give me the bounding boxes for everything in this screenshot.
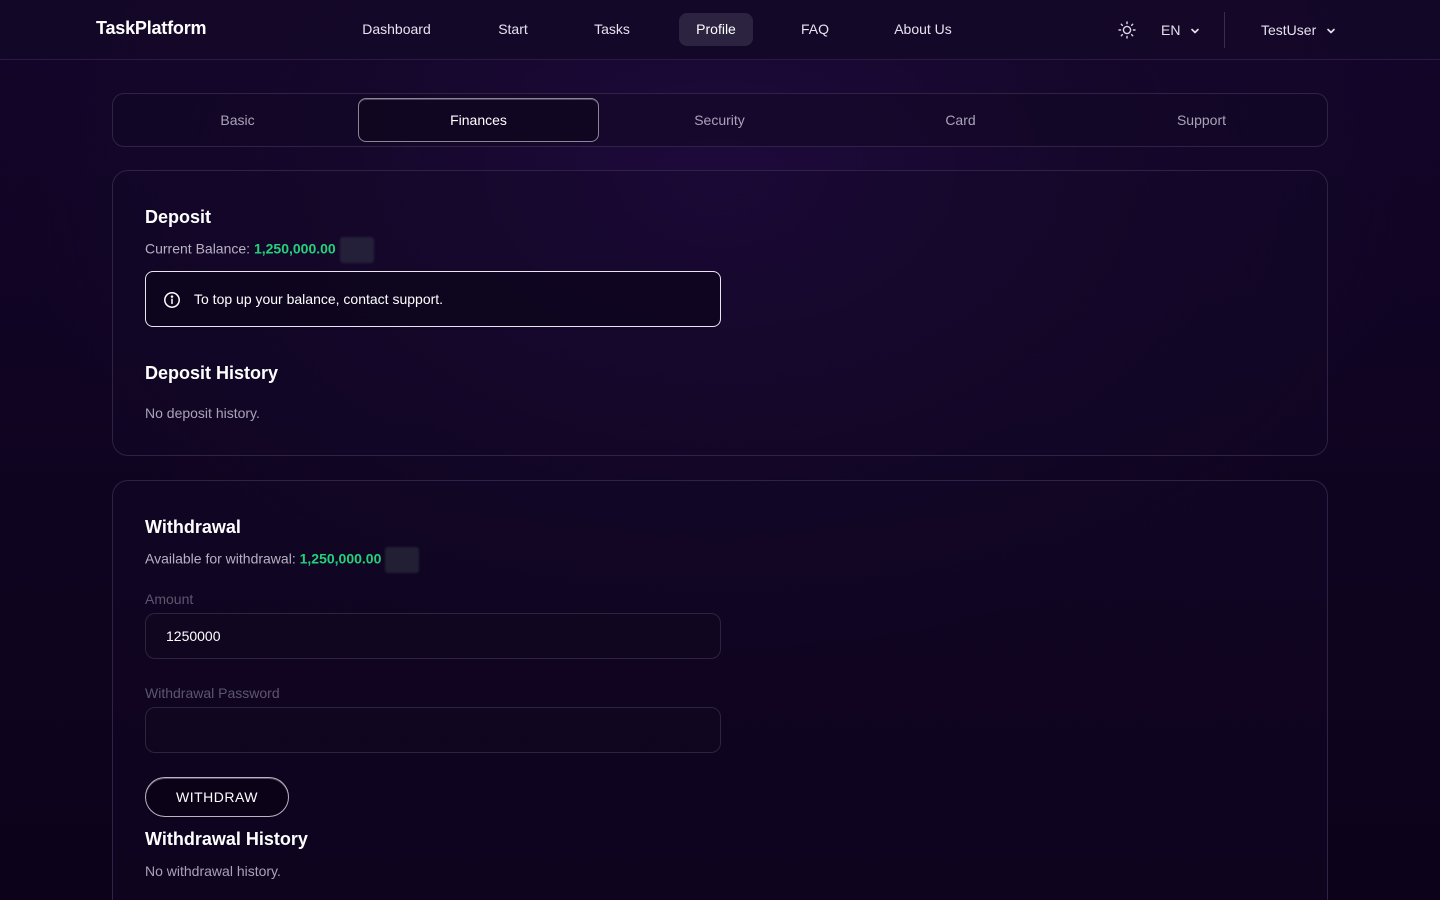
nav-item-profile[interactable]: Profile — [679, 13, 753, 46]
amount-label: Amount — [145, 591, 194, 607]
user-name: TestUser — [1261, 22, 1317, 38]
available-value: 1,250,000.00 — [299, 550, 382, 567]
tab-security[interactable]: Security — [599, 98, 840, 142]
sun-icon — [1118, 21, 1136, 39]
info-icon — [164, 292, 180, 308]
profile-tabs: Basic Finances Security Card Support — [112, 93, 1328, 147]
deposit-history-title: Deposit History — [145, 363, 279, 383]
header-divider — [1224, 12, 1225, 48]
deposit-card: Deposit Current Balance: 1,250,000.00 To… — [112, 170, 1328, 456]
current-balance: Current Balance: 1,250,000.00 — [145, 237, 374, 263]
nav-item-faq[interactable]: FAQ — [786, 13, 844, 46]
tab-finances[interactable]: Finances — [358, 98, 599, 142]
nav-item-dashboard[interactable]: Dashboard — [345, 13, 448, 46]
user-menu-button[interactable]: TestUser — [1261, 19, 1336, 41]
top-up-info-alert: To top up your balance, contact support. — [145, 271, 721, 327]
nav-item-start[interactable]: Start — [481, 13, 545, 46]
nav-item-tasks[interactable]: Tasks — [578, 13, 646, 46]
currency-redacted — [339, 237, 374, 263]
language-label: EN — [1161, 22, 1181, 38]
available-balance: Available for withdrawal: 1,250,000.00 — [145, 547, 420, 573]
withdrawal-password-input[interactable] — [145, 707, 721, 753]
amount-input[interactable] — [145, 613, 721, 659]
withdraw-button[interactable]: WITHDRAW — [145, 777, 289, 817]
top-navigation-bar: TaskPlatform Dashboard Start Tasks Profi… — [0, 0, 1440, 60]
chevron-down-icon — [1326, 20, 1336, 42]
tab-basic[interactable]: Basic — [117, 98, 358, 142]
tab-support[interactable]: Support — [1081, 98, 1322, 142]
withdrawal-history-empty: No withdrawal history. — [145, 863, 281, 879]
language-selector[interactable]: EN — [1161, 19, 1200, 41]
chevron-down-icon — [1190, 20, 1200, 42]
nav-item-about-us[interactable]: About Us — [877, 13, 969, 46]
deposit-history-empty: No deposit history. — [145, 405, 260, 421]
withdrawal-title: Withdrawal — [145, 517, 241, 537]
balance-label: Current Balance: — [145, 240, 251, 257]
deposit-title: Deposit — [145, 207, 212, 227]
tab-card[interactable]: Card — [840, 98, 1081, 142]
currency-redacted — [385, 547, 420, 573]
withdrawal-card: Withdrawal Available for withdrawal: 1,2… — [112, 480, 1328, 900]
withdrawal-password-label: Withdrawal Password — [145, 685, 280, 701]
available-label: Available for withdrawal: — [145, 550, 296, 567]
balance-value: 1,250,000.00 — [253, 240, 336, 257]
theme-toggle-button[interactable] — [1116, 19, 1138, 41]
info-text: To top up your balance, contact support. — [194, 291, 444, 307]
withdrawal-history-title: Withdrawal History — [145, 829, 308, 849]
